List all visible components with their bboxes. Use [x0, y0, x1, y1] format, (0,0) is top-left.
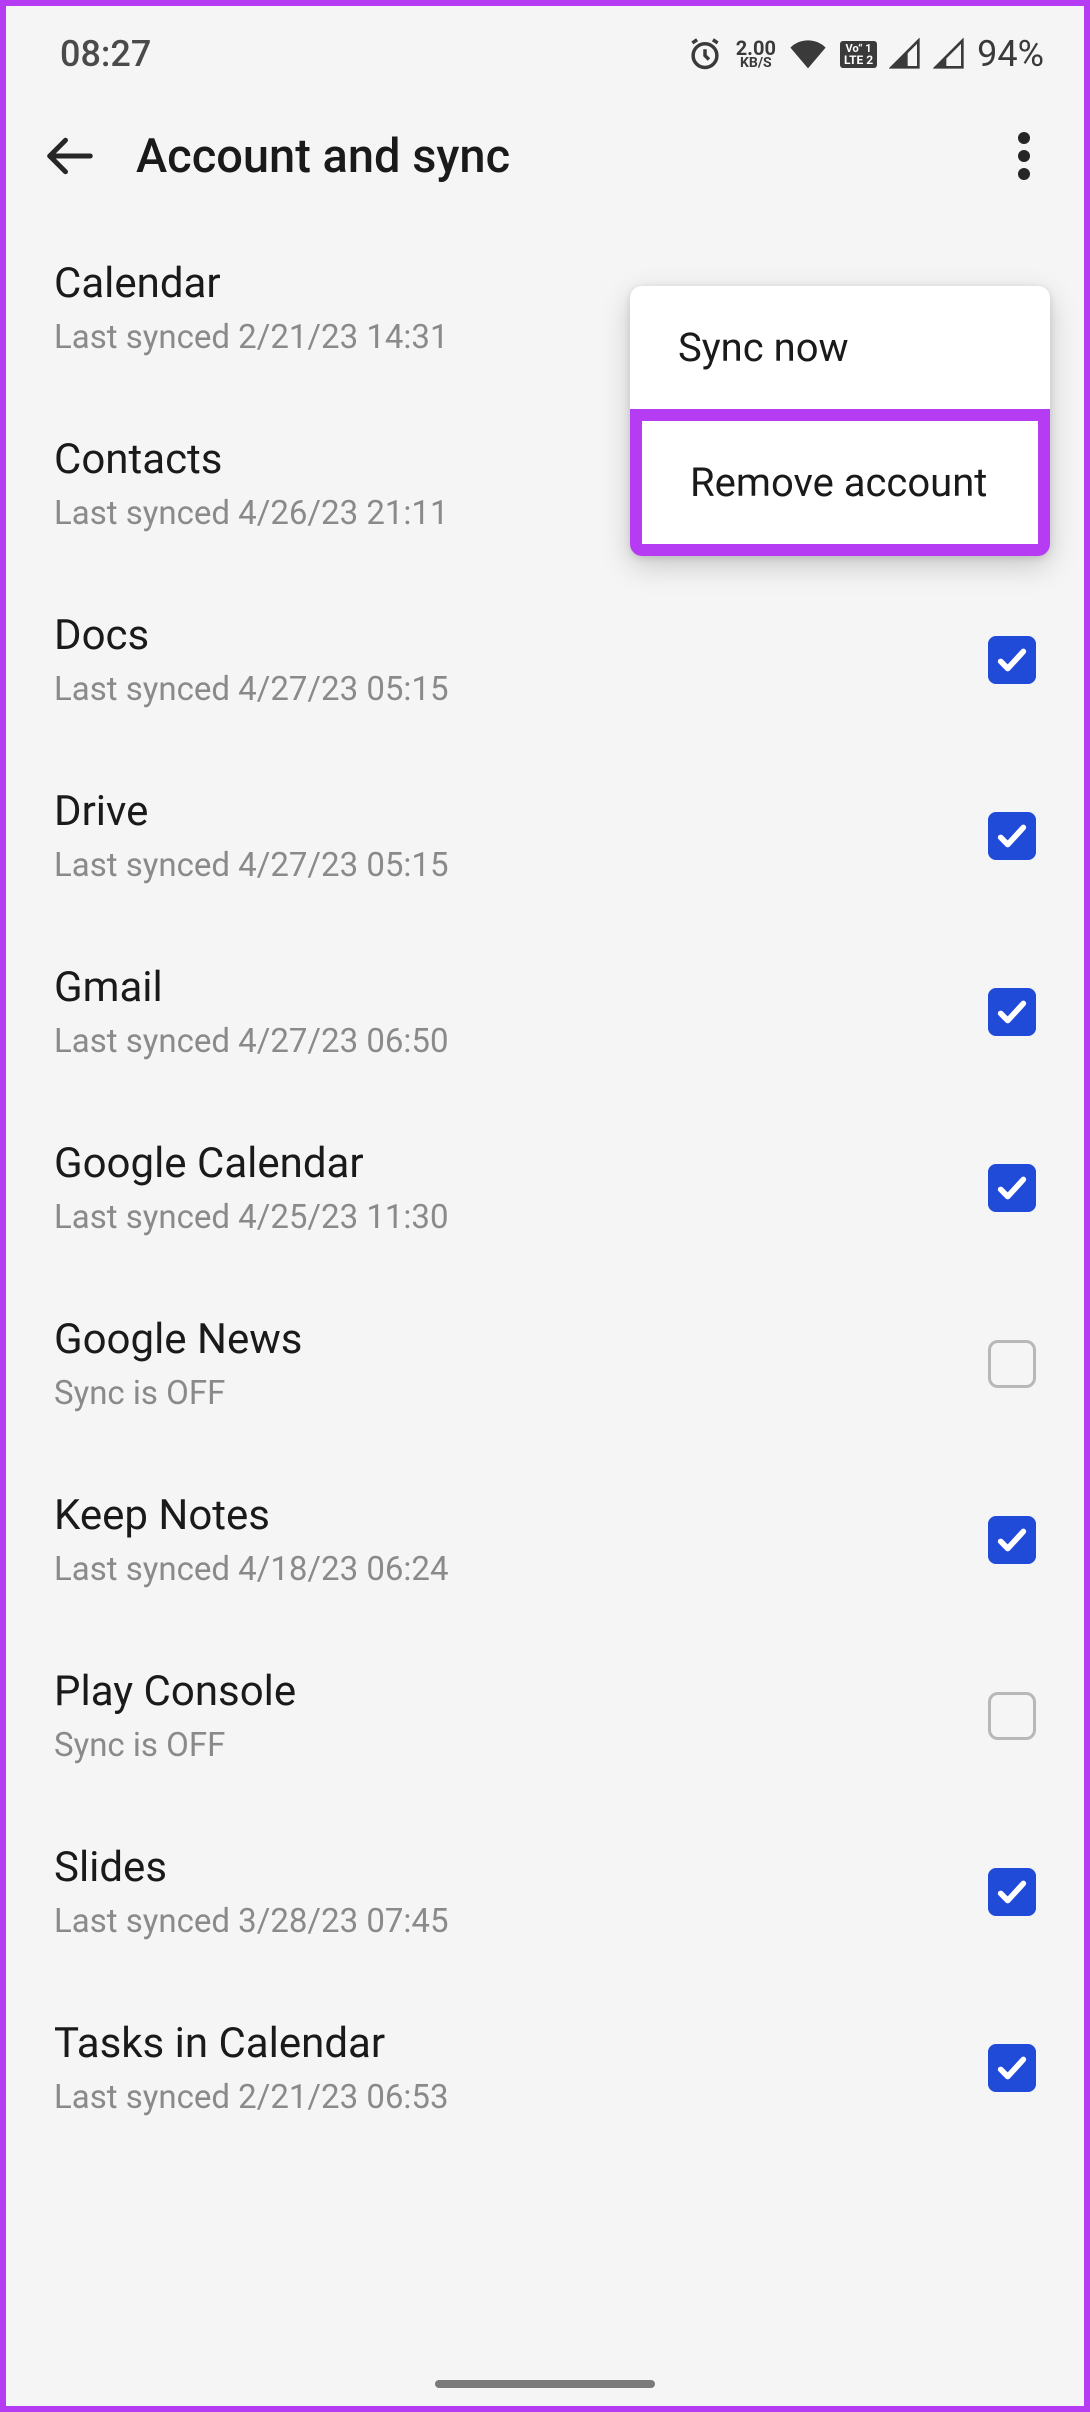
- sync-row-title: Slides: [54, 1843, 449, 1892]
- sync-row-subtitle: Sync is OFF: [54, 1374, 302, 1413]
- sync-row-text: Google Calendar Last synced 4/25/23 11:30: [54, 1139, 449, 1237]
- sync-row-subtitle: Last synced 4/25/23 11:30: [54, 1198, 449, 1237]
- data-rate-indicator: 2.00 KB/S: [736, 39, 776, 70]
- sync-row-text: Gmail Last synced 4/27/23 06:50: [54, 963, 449, 1061]
- sync-row-title: Play Console: [54, 1667, 296, 1716]
- sync-checkbox[interactable]: [988, 1868, 1036, 1916]
- sync-row-text: Tasks in Calendar Last synced 2/21/23 06:…: [54, 2019, 449, 2117]
- sync-row-text: Docs Last synced 4/27/23 05:15: [54, 611, 449, 709]
- sync-checkbox[interactable]: [988, 1692, 1036, 1740]
- data-rate-value: 2.00: [736, 39, 776, 57]
- app-bar: Account and sync: [6, 92, 1084, 220]
- sync-checkbox[interactable]: [988, 1516, 1036, 1564]
- page-title: Account and sync: [136, 129, 958, 184]
- sync-row-subtitle: Last synced 2/21/23 06:53: [54, 2078, 449, 2117]
- menu-remove-account[interactable]: Remove account: [630, 409, 1050, 556]
- sync-checkbox[interactable]: [988, 812, 1036, 860]
- gesture-bar: [435, 2380, 655, 2388]
- sync-row[interactable]: Drive Last synced 4/27/23 05:15: [54, 748, 1036, 924]
- volte-badge: Vo“ 1 LTE 2: [840, 41, 877, 68]
- sync-row-subtitle: Sync is OFF: [54, 1726, 296, 1765]
- sync-checkbox[interactable]: [988, 2044, 1036, 2092]
- sync-row-title: Drive: [54, 787, 449, 836]
- menu-sync-now[interactable]: Sync now: [630, 286, 1050, 409]
- sync-row[interactable]: Tasks in Calendar Last synced 2/21/23 06:…: [54, 1980, 1036, 2156]
- sync-row-title: Calendar: [54, 259, 449, 308]
- sync-checkbox[interactable]: [988, 1340, 1036, 1388]
- sync-row-subtitle: Last synced 4/18/23 06:24: [54, 1550, 449, 1589]
- sync-row-text: Play Console Sync is OFF: [54, 1667, 296, 1765]
- data-rate-unit: KB/S: [740, 57, 772, 70]
- sync-checkbox[interactable]: [988, 636, 1036, 684]
- sync-row-title: Google News: [54, 1315, 302, 1364]
- sync-row-subtitle: Last synced 4/27/23 06:50: [54, 1022, 449, 1061]
- sync-row[interactable]: Google News Sync is OFF: [54, 1276, 1036, 1452]
- back-button[interactable]: [40, 126, 100, 186]
- status-time: 08:27: [60, 33, 151, 75]
- sync-row-subtitle: Last synced 4/27/23 05:15: [54, 846, 449, 885]
- sync-row-subtitle: Last synced 3/28/23 07:45: [54, 1902, 449, 1941]
- sync-row-title: Docs: [54, 611, 449, 660]
- sync-row-text: Keep Notes Last synced 4/18/23 06:24: [54, 1491, 449, 1589]
- alarm-icon: [686, 35, 724, 73]
- sync-row-subtitle: Last synced 4/26/23 21:11: [54, 494, 449, 533]
- sync-row[interactable]: Gmail Last synced 4/27/23 06:50: [54, 924, 1036, 1100]
- sync-row-text: Drive Last synced 4/27/23 05:15: [54, 787, 449, 885]
- sync-row-title: Keep Notes: [54, 1491, 449, 1540]
- sync-row[interactable]: Play Console Sync is OFF: [54, 1628, 1036, 1804]
- wifi-icon: [788, 38, 828, 70]
- battery-percentage: 94%: [977, 33, 1044, 75]
- screen: 08:27 2.00 KB/S Vo“ 1 LTE 2: [6, 6, 1084, 2406]
- sync-row[interactable]: Google Calendar Last synced 4/25/23 11:30: [54, 1100, 1036, 1276]
- overflow-menu-button[interactable]: [994, 126, 1054, 186]
- status-bar: 08:27 2.00 KB/S Vo“ 1 LTE 2: [6, 6, 1084, 92]
- sync-row-title: Tasks in Calendar: [54, 2019, 449, 2068]
- sync-row[interactable]: Docs Last synced 4/27/23 05:15: [54, 572, 1036, 748]
- status-right: 2.00 KB/S Vo“ 1 LTE 2 94%: [686, 33, 1044, 75]
- sync-row-title: Contacts: [54, 435, 449, 484]
- sync-row-subtitle: Last synced 4/27/23 05:15: [54, 670, 449, 709]
- sync-row[interactable]: Slides Last synced 3/28/23 07:45: [54, 1804, 1036, 1980]
- sync-row-subtitle: Last synced 2/21/23 14:31: [54, 318, 449, 357]
- overflow-menu: Sync nowRemove account: [630, 286, 1050, 556]
- sync-row-text: Google News Sync is OFF: [54, 1315, 302, 1413]
- sync-row-title: Google Calendar: [54, 1139, 449, 1188]
- sync-row-title: Gmail: [54, 963, 449, 1012]
- sync-checkbox[interactable]: [988, 1164, 1036, 1212]
- sync-row[interactable]: Keep Notes Last synced 4/18/23 06:24: [54, 1452, 1036, 1628]
- signal-2-icon: [933, 38, 965, 70]
- sync-row-text: Slides Last synced 3/28/23 07:45: [54, 1843, 449, 1941]
- sync-row-text: Calendar Last synced 2/21/23 14:31: [54, 259, 449, 357]
- signal-1-icon: [889, 38, 921, 70]
- sync-row-text: Contacts Last synced 4/26/23 21:11: [54, 435, 449, 533]
- sync-checkbox[interactable]: [988, 988, 1036, 1036]
